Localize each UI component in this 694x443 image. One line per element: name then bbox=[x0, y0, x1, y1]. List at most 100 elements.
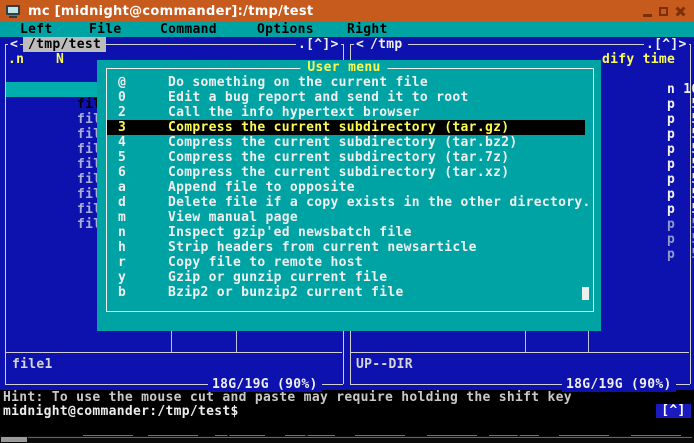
close-icon[interactable] bbox=[675, 6, 686, 17]
user-menu-item-label: Copy file to remote host bbox=[168, 255, 363, 270]
left-panel-left-frame bbox=[5, 44, 6, 384]
scrollbar-track bbox=[28, 437, 692, 438]
user-menu-item[interactable]: d Delete file if a copy exists in the ot… bbox=[107, 195, 585, 210]
user-menu-item-label: Inspect gzip'ed newsbatch file bbox=[168, 225, 412, 240]
left-panel-scroll-marker[interactable]: .[^]> bbox=[296, 37, 341, 52]
user-menu-item-key: 5 bbox=[118, 150, 126, 165]
right-panel-right-frame bbox=[690, 44, 691, 384]
left-sort-indicator[interactable]: .n bbox=[8, 52, 24, 67]
user-menu-item-label: Compress the current subdirectory (tar.7… bbox=[168, 150, 509, 165]
user-menu-item-key: d bbox=[118, 195, 126, 210]
user-menu-item-key: 4 bbox=[118, 135, 126, 150]
left-free-space: 18G/19G (90%) bbox=[208, 377, 322, 392]
right-mini-status: UP--DIR bbox=[356, 357, 413, 372]
user-menu-item-label: Bzip2 or bunzip2 current file bbox=[168, 285, 404, 300]
window-titlebar[interactable]: mc [midnight@commander]:/tmp/test bbox=[0, 0, 694, 22]
function-key-button[interactable]: 10Quit bbox=[623, 420, 694, 435]
mc-window: mc [midnight@commander]:/tmp/test Left F… bbox=[0, 0, 694, 443]
modify-time-row[interactable]: p 5 21:59 bbox=[602, 172, 694, 187]
scroll-up-button[interactable]: [^] bbox=[656, 404, 691, 418]
user-menu-item[interactable]: y Gzip or gunzip current file bbox=[107, 270, 585, 285]
minimize-icon[interactable] bbox=[643, 14, 652, 17]
user-menu-dialog: User menu @ Do something on the current … bbox=[97, 60, 601, 331]
user-menu-item-label: Compress the current subdirectory (tar.g… bbox=[168, 120, 509, 135]
left-panel-separator bbox=[6, 352, 342, 353]
user-menu-item-key: a bbox=[118, 180, 126, 195]
modify-time-row[interactable]: n 16 17:25 bbox=[602, 67, 694, 82]
scrollbar-thumb[interactable] bbox=[1, 437, 27, 442]
menu-item[interactable]: Right bbox=[347, 22, 388, 37]
maximize-icon[interactable] bbox=[659, 7, 668, 16]
user-menu-item-label: Call the info hypertext browser bbox=[168, 105, 420, 120]
user-menu-item[interactable]: n Inspect gzip'ed newsbatch file bbox=[107, 225, 585, 240]
right-free-space: 18G/19G (90%) bbox=[562, 377, 676, 392]
user-menu-item[interactable]: 3 Compress the current subdirectory (tar… bbox=[107, 120, 585, 135]
user-menu-item[interactable]: 4 Compress the current subdirectory (tar… bbox=[107, 135, 585, 150]
hint-line: Hint: To use the mouse cut and paste may… bbox=[3, 390, 572, 405]
user-menu-item-key: 2 bbox=[118, 105, 126, 120]
right-panel-separator bbox=[351, 352, 689, 353]
user-menu-item-label: View manual page bbox=[168, 210, 298, 225]
user-menu-item-key: m bbox=[118, 210, 126, 225]
modify-time-row[interactable]: p 5 22:51 bbox=[602, 187, 694, 202]
user-menu-item-label: Compress the current subdirectory (tar.x… bbox=[168, 165, 509, 180]
user-menu-item[interactable]: b Bzip2 or bunzip2 current file bbox=[107, 285, 585, 300]
user-menu-item-list: @ Do something on the current file 0 Edi… bbox=[107, 75, 585, 300]
menu-item[interactable]: Left bbox=[20, 22, 53, 37]
user-menu-item-label: Append file to opposite bbox=[168, 180, 355, 195]
user-menu-item-key: 0 bbox=[118, 90, 126, 105]
bottom-scrollbar[interactable] bbox=[0, 436, 694, 443]
menu-item[interactable]: Command bbox=[160, 22, 217, 37]
modify-time-row[interactable]: p 5 21:59 bbox=[602, 112, 694, 127]
left-panel-column-divider bbox=[171, 331, 172, 352]
menu-item[interactable]: File bbox=[89, 22, 122, 37]
user-menu-item-key: r bbox=[118, 255, 126, 270]
modify-time-row[interactable]: p 5 21:59 bbox=[602, 97, 694, 112]
right-panel-column-divider bbox=[525, 331, 526, 352]
right-panel-column-divider bbox=[588, 331, 589, 352]
user-menu-item-key: h bbox=[118, 240, 126, 255]
modify-time-row[interactable]: p 5 21:59 bbox=[602, 127, 694, 142]
user-menu-item[interactable]: m View manual page bbox=[107, 210, 585, 225]
user-menu-item[interactable]: h Strip headers from current newsarticle bbox=[107, 240, 585, 255]
user-menu-item-label: Strip headers from current newsarticle bbox=[168, 240, 477, 255]
user-menu-item-key: 6 bbox=[118, 165, 126, 180]
window-title: mc [midnight@commander]:/tmp/test bbox=[28, 4, 313, 19]
user-menu-item-key: 3 bbox=[118, 120, 126, 135]
menu-item[interactable]: Options bbox=[257, 22, 314, 37]
user-menu-item-key: y bbox=[118, 270, 126, 285]
left-name-column-header[interactable]: N bbox=[56, 52, 64, 67]
modify-time-row[interactable]: p 5 22:51 bbox=[602, 232, 694, 247]
function-key-bar: 1Help 2Menu 3View 4Edit 5Copy 6RenMov bbox=[0, 420, 694, 436]
user-menu-item-key: n bbox=[118, 225, 126, 240]
user-menu-item[interactable]: r Copy file to remote host bbox=[107, 255, 585, 270]
user-menu-item-label: Gzip or gunzip current file bbox=[168, 270, 387, 285]
right-panel-path[interactable]: /tmp bbox=[365, 37, 408, 52]
user-menu-item[interactable]: a Append file to opposite bbox=[107, 180, 585, 195]
user-menu-item[interactable]: 2 Call the info hypertext browser bbox=[107, 105, 585, 120]
modify-time-row[interactable]: p 5 22:51 bbox=[602, 202, 694, 217]
user-menu-item-label: Compress the current subdirectory (tar.b… bbox=[168, 135, 517, 150]
right-panel-scroll-marker[interactable]: .[^]> bbox=[644, 37, 689, 52]
user-menu-item-key: b bbox=[118, 285, 126, 300]
left-panel-arrow-icon[interactable]: < bbox=[8, 37, 20, 52]
user-menu-item[interactable]: @ Do something on the current file bbox=[107, 75, 585, 90]
modify-time-row[interactable]: p 5 22:51 bbox=[602, 217, 694, 232]
modify-time-row[interactable]: p 5 21:59 bbox=[602, 142, 694, 157]
terminal-cursor bbox=[582, 287, 589, 300]
user-menu-item[interactable]: 5 Compress the current subdirectory (tar… bbox=[107, 150, 585, 165]
modify-time-row[interactable]: p 5 22:04 bbox=[602, 157, 694, 172]
user-menu-item[interactable]: 0 Edit a bug report and send it to root bbox=[107, 90, 585, 105]
right-modify-time-header[interactable]: dify time bbox=[602, 52, 675, 67]
left-panel-path[interactable]: /tmp/test bbox=[23, 37, 106, 52]
shell-prompt[interactable]: midnight@commander:/tmp/test$ bbox=[3, 404, 239, 419]
menu-bar: Left File Command Options Right bbox=[0, 22, 694, 37]
modify-time-row[interactable]: p 5 21:59 bbox=[602, 82, 694, 97]
window-controls bbox=[643, 0, 686, 22]
user-menu-item[interactable]: 6 Compress the current subdirectory (tar… bbox=[107, 165, 585, 180]
user-menu-item-key: @ bbox=[118, 75, 126, 90]
user-menu-item-label: Edit a bug report and send it to root bbox=[168, 90, 469, 105]
user-menu-title: User menu bbox=[300, 61, 387, 75]
left-panel-column-divider bbox=[236, 331, 237, 352]
terminal-app-icon bbox=[6, 5, 20, 15]
